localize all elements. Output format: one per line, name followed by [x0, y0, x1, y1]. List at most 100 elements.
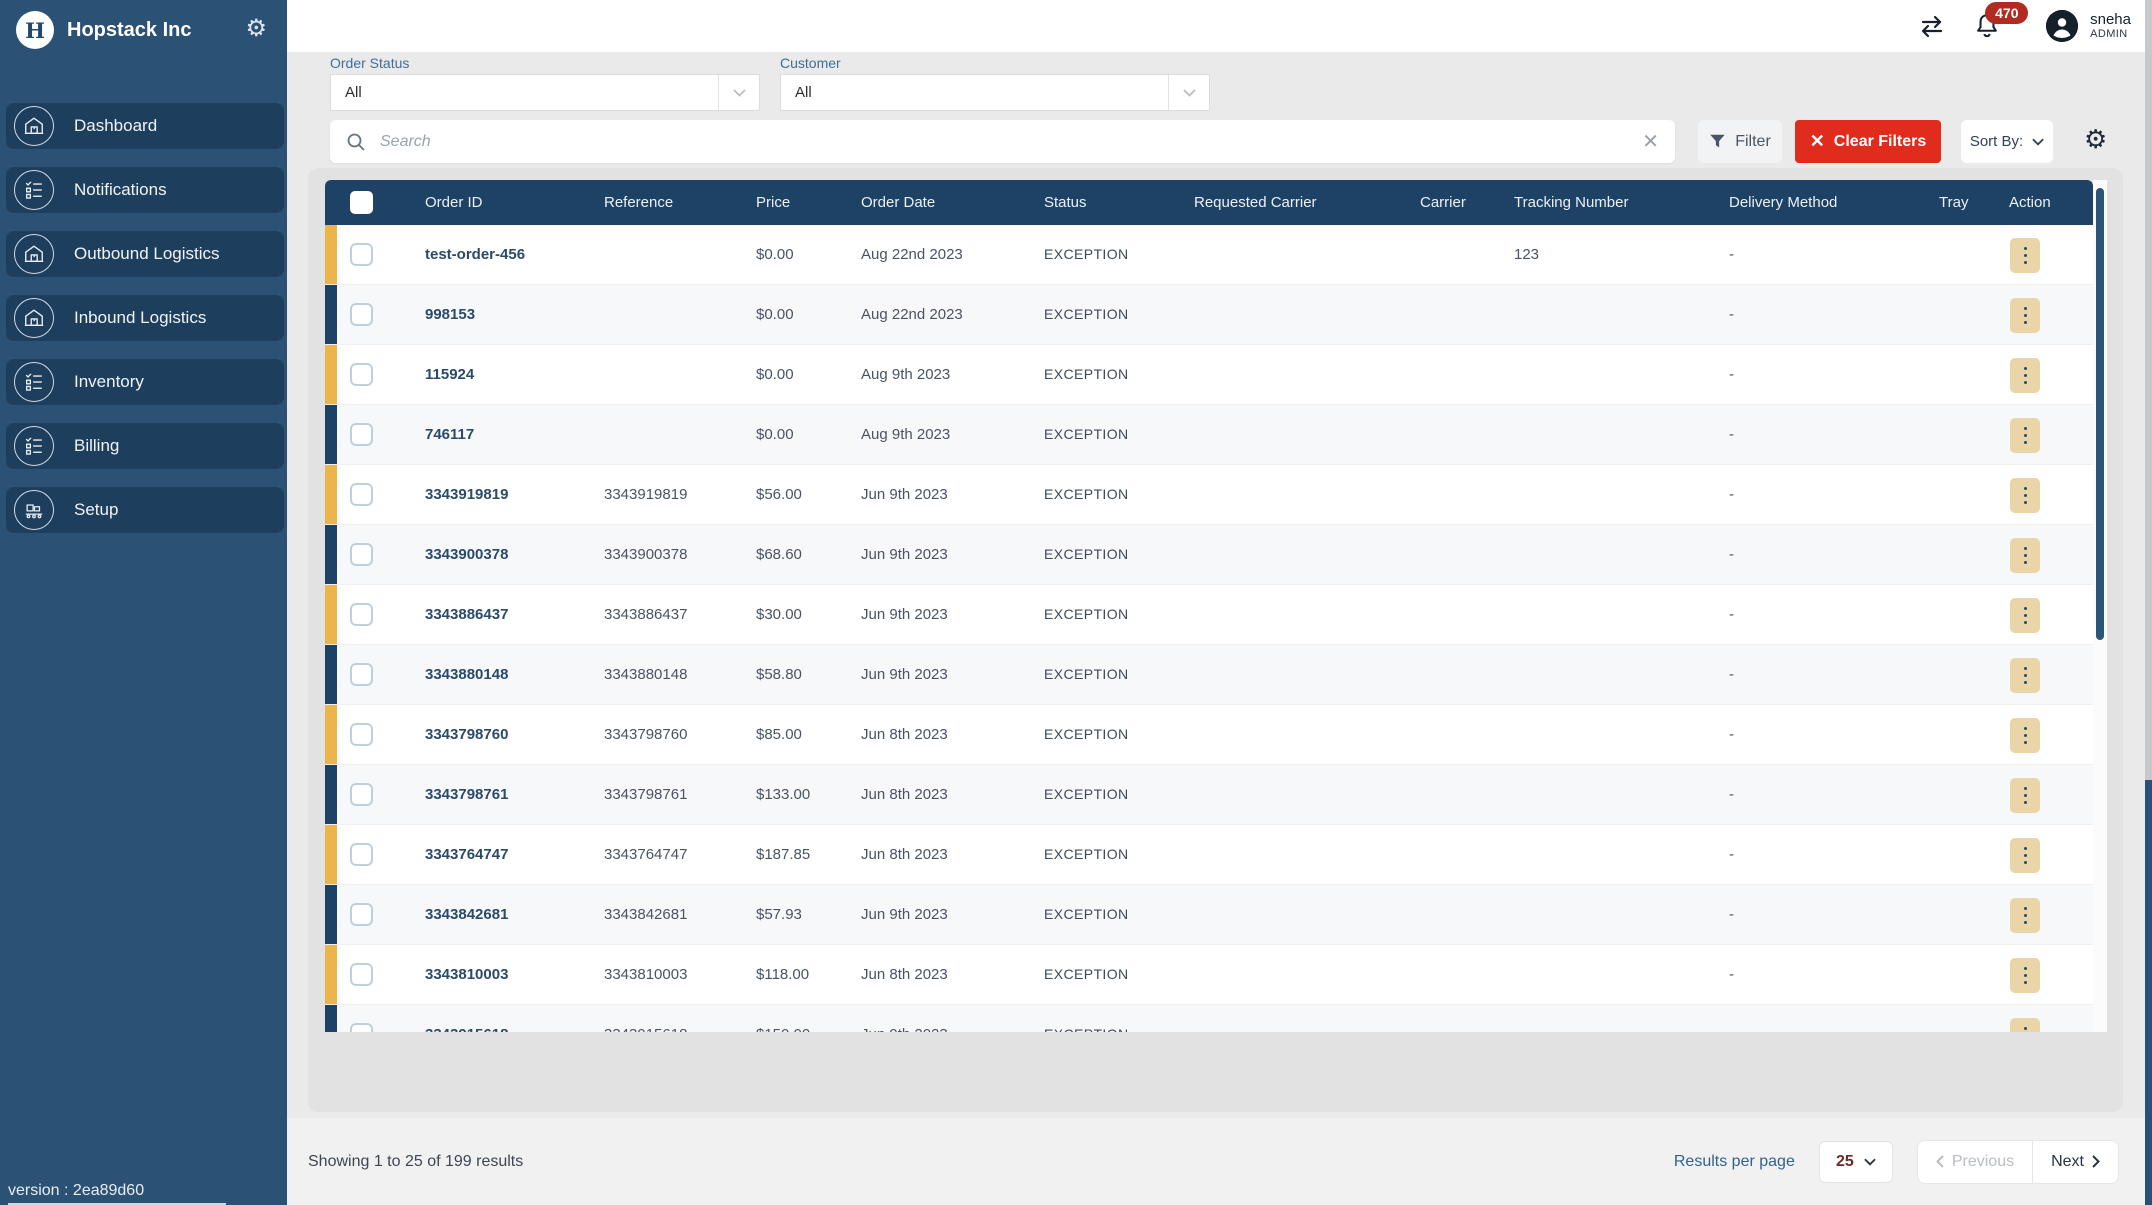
cell-order-date: Jun 8th 2023	[861, 945, 948, 1004]
sidebar-item-dashboard[interactable]: Dashboard	[6, 103, 284, 149]
footer: Showing 1 to 25 of 199 results Results p…	[287, 1118, 2145, 1205]
page-scrollbar-thumb[interactable]	[2145, 0, 2152, 780]
cell-delivery-method: -	[1729, 645, 1734, 704]
row-actions-menu-icon[interactable]	[2010, 358, 2040, 393]
row-status-stripe	[325, 645, 337, 704]
chevron-left-icon	[1936, 1155, 1944, 1168]
version-text: version : 2ea89d60	[8, 1182, 226, 1205]
row-actions-menu-icon[interactable]	[2010, 298, 2040, 333]
gear-icon[interactable]: ⚙	[245, 14, 267, 43]
sort-by-button[interactable]: Sort By:	[1961, 120, 2053, 163]
user-avatar[interactable]	[2046, 10, 2078, 42]
order-status-value: All	[345, 84, 362, 101]
select-all-checkbox[interactable]	[350, 191, 373, 214]
table-row: 33438100033343810003$118.00Jun 8th 2023E…	[325, 945, 2093, 1005]
row-checkbox[interactable]	[350, 843, 373, 866]
cell-order-id[interactable]: 746117	[425, 405, 474, 464]
user-role: ADMIN	[2090, 28, 2131, 41]
row-checkbox[interactable]	[350, 783, 373, 806]
sidebar-item-label: Billing	[74, 436, 119, 456]
cell-order-id[interactable]: 3343810003	[425, 945, 508, 1004]
cell-reference: 3343886437	[604, 585, 687, 644]
row-actions-menu-icon[interactable]	[2010, 598, 2040, 633]
row-status-stripe	[325, 285, 337, 344]
row-status-stripe	[325, 225, 337, 284]
row-actions-menu-icon[interactable]	[2010, 238, 2040, 273]
row-actions-menu-icon[interactable]	[2010, 418, 2040, 453]
results-per-page-value: 25	[1836, 1153, 1854, 1171]
row-checkbox[interactable]	[350, 603, 373, 626]
cell-order-date: Aug 9th 2023	[861, 405, 950, 464]
previous-button[interactable]: Previous	[1918, 1141, 2033, 1183]
cell-order-id[interactable]: 3343900378	[425, 525, 508, 584]
row-actions-menu-icon[interactable]	[2010, 898, 2040, 933]
row-status-stripe	[325, 345, 337, 404]
cell-price: $58.80	[756, 645, 802, 704]
row-checkbox[interactable]	[350, 1023, 373, 1032]
sidebar-item-inbound-logistics[interactable]: Inbound Logistics	[6, 295, 284, 341]
user-name: sneha	[2090, 11, 2131, 28]
sidebar-item-notifications[interactable]: Notifications	[6, 167, 284, 213]
next-button[interactable]: Next	[2033, 1141, 2118, 1183]
table-scrollbar-thumb[interactable]	[2096, 188, 2104, 640]
cell-order-id[interactable]: 3343915618	[425, 1005, 508, 1032]
results-summary: Showing 1 to 25 of 199 results	[308, 1153, 523, 1171]
sidebar-item-setup[interactable]: Setup	[6, 487, 284, 533]
row-checkbox[interactable]	[350, 663, 373, 686]
sidebar-item-inventory[interactable]: Inventory	[6, 359, 284, 405]
transfer-arrows-icon[interactable]	[1918, 14, 1946, 38]
cell-order-id[interactable]: 998153	[425, 285, 475, 344]
order-status-dropdown[interactable]: All	[330, 74, 760, 111]
customer-dropdown[interactable]: All	[780, 74, 1210, 111]
cell-order-id[interactable]: 3343798761	[425, 765, 508, 824]
clear-filters-button[interactable]: ✕ Clear Filters	[1795, 120, 1941, 163]
row-checkbox[interactable]	[350, 483, 373, 506]
cell-price: $118.00	[756, 945, 809, 1004]
notifications-bell[interactable]: 470	[1974, 12, 2000, 40]
row-actions-menu-icon[interactable]	[2010, 718, 2040, 753]
row-actions-menu-icon[interactable]	[2010, 478, 2040, 513]
row-checkbox[interactable]	[350, 423, 373, 446]
cell-delivery-method: -	[1729, 345, 1734, 404]
search-clear-icon[interactable]: ✕	[1642, 129, 1659, 154]
row-actions-menu-icon[interactable]	[2010, 778, 2040, 813]
cell-delivery-method: -	[1729, 405, 1734, 464]
row-actions-menu-icon[interactable]	[2010, 838, 2040, 873]
cell-order-id[interactable]: 3343842681	[425, 885, 508, 944]
row-checkbox[interactable]	[350, 963, 373, 986]
row-checkbox[interactable]	[350, 363, 373, 386]
cell-order-id[interactable]: 3343764747	[425, 825, 508, 884]
row-actions-menu-icon[interactable]	[2010, 538, 2040, 573]
cell-order-id[interactable]: 3343880148	[425, 645, 508, 704]
column-header-order-date: Order Date	[861, 180, 935, 225]
table-row: 33438864373343886437$30.00Jun 9th 2023EX…	[325, 585, 2093, 645]
cell-tracking-number: 123	[1514, 225, 1539, 284]
search-input[interactable]	[378, 132, 1642, 152]
results-per-page-select[interactable]: 25	[1819, 1141, 1893, 1183]
row-checkbox[interactable]	[350, 903, 373, 926]
row-checkbox[interactable]	[350, 243, 373, 266]
table-row: 33437987613343798761$133.00Jun 8th 2023E…	[325, 765, 2093, 825]
user-info[interactable]: sneha ADMIN	[2090, 11, 2131, 41]
cell-order-id[interactable]: 115924	[425, 345, 474, 404]
sidebar-item-outbound-logistics[interactable]: Outbound Logistics	[6, 231, 284, 277]
checklist-icon	[14, 362, 54, 402]
cell-order-id[interactable]: 3343919819	[425, 465, 508, 524]
cell-price: $0.00	[756, 225, 794, 284]
cell-order-date: Jun 9th 2023	[861, 525, 948, 584]
gear-icon[interactable]: ⚙	[2084, 126, 2107, 152]
filter-button[interactable]: Filter	[1698, 120, 1782, 163]
row-actions-menu-icon[interactable]	[2010, 658, 2040, 693]
table-row: 33438426813343842681$57.93Jun 9th 2023EX…	[325, 885, 2093, 945]
row-checkbox[interactable]	[350, 303, 373, 326]
cell-order-id[interactable]: 3343798760	[425, 705, 508, 764]
row-actions-menu-icon[interactable]	[2010, 958, 2040, 993]
cell-status: EXCEPTION	[1044, 285, 1129, 344]
cell-order-id[interactable]: test-order-456	[425, 225, 525, 284]
row-checkbox[interactable]	[350, 723, 373, 746]
sidebar-item-billing[interactable]: Billing	[6, 423, 284, 469]
row-checkbox[interactable]	[350, 543, 373, 566]
funnel-icon	[1709, 133, 1726, 150]
cell-order-id[interactable]: 3343886437	[425, 585, 508, 644]
row-actions-menu-icon[interactable]	[2010, 1018, 2040, 1032]
